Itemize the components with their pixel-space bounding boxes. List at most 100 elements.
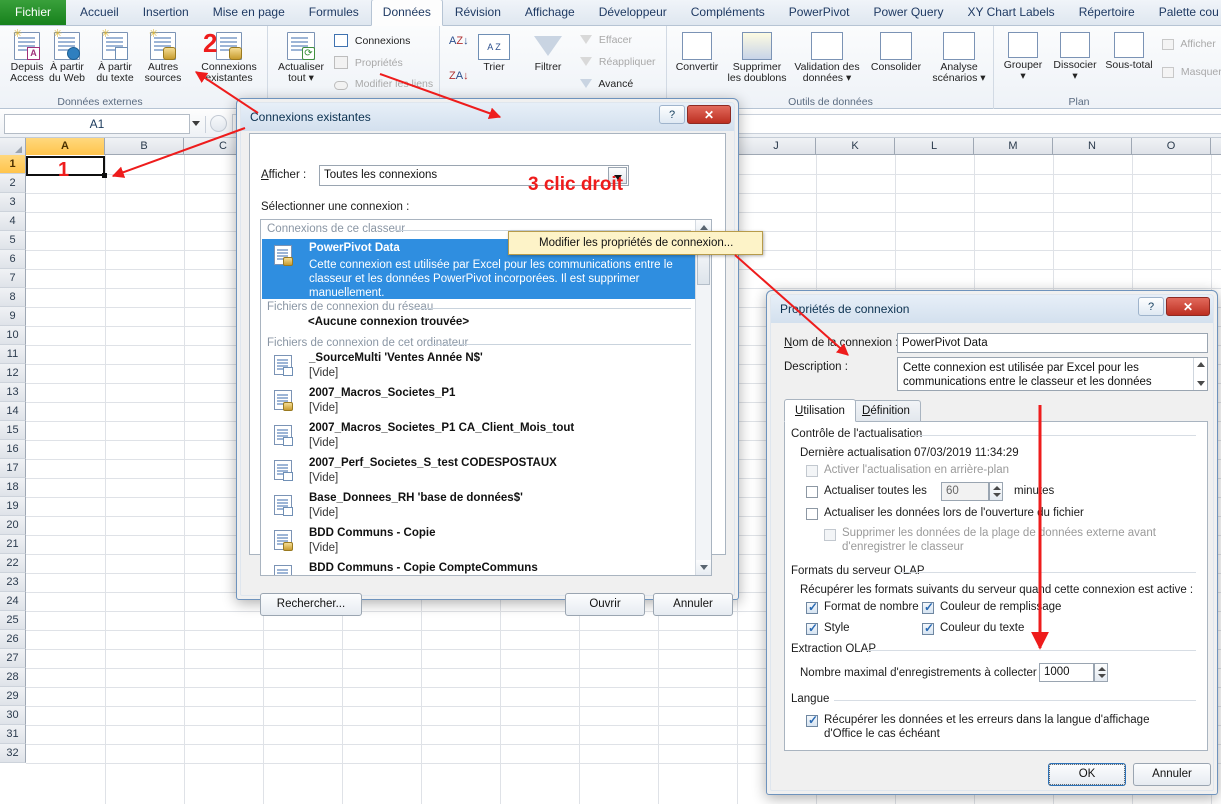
help-icon[interactable]: ?: [659, 105, 685, 124]
tab-fichier[interactable]: Fichier: [0, 0, 67, 25]
ribbon-button-a-partir-du-texte[interactable]: ✳ À partir du texte: [90, 29, 140, 84]
row-header-2[interactable]: 2: [0, 174, 26, 193]
connection-properties-dialog[interactable]: Propriétés de connexion ? ✕ Nom de la co…: [766, 290, 1218, 795]
context-menu[interactable]: Modifier les propriétés de connexion...: [508, 231, 763, 255]
tab-revision[interactable]: Révision: [443, 0, 513, 25]
row-header-23[interactable]: 23: [0, 573, 26, 592]
tab-insertion[interactable]: Insertion: [131, 0, 201, 25]
ribbon-button-autres-sources[interactable]: ✳ Autres sources: [138, 29, 188, 84]
ribbon-button-proprietes[interactable]: Propriétés: [334, 56, 403, 70]
row-header-7[interactable]: 7: [0, 269, 26, 288]
tab-power-query[interactable]: Power Query: [861, 0, 955, 25]
connection-item-sourcemulti[interactable]: _SourceMulti 'Ventes Année N$' [Vide]: [262, 351, 695, 384]
refresh-interval-input[interactable]: 60: [941, 482, 989, 501]
scroll-down-icon[interactable]: [696, 560, 711, 575]
tab-affichage[interactable]: Affichage: [513, 0, 587, 25]
row-header-14[interactable]: 14: [0, 402, 26, 421]
row-header-15[interactable]: 15: [0, 421, 26, 440]
row-header-13[interactable]: 13: [0, 383, 26, 402]
connection-item-2007-macros-societes-p1-ca-client[interactable]: 2007_Macros_Societes_P1 CA_Client_Mois_t…: [262, 421, 695, 454]
ok-button[interactable]: OK: [1048, 763, 1126, 786]
ribbon-button-grouper[interactable]: Grouper ▾: [996, 32, 1050, 82]
ribbon-button-a-partir-du-web[interactable]: ✳ À partir du Web: [42, 29, 92, 84]
row-header-4[interactable]: 4: [0, 212, 26, 231]
column-header-l[interactable]: L: [895, 138, 974, 155]
ribbon-button-modifier-les-liens[interactable]: Modifier les liens: [334, 78, 433, 91]
connection-item-bdd-communs-copie[interactable]: BDD Communs - Copie [Vide]: [262, 526, 695, 559]
tab-donnees[interactable]: Données: [370, 0, 443, 26]
checkbox-actualisation-arriere-plan[interactable]: [806, 465, 818, 477]
ribbon-button-filtrer[interactable]: Filtrer: [524, 34, 572, 73]
ribbon-button-sous-total[interactable]: Sous-total: [1100, 32, 1158, 71]
close-icon[interactable]: ✕: [687, 105, 731, 124]
scroll-up-icon[interactable]: [1197, 362, 1205, 367]
column-header-n[interactable]: N: [1053, 138, 1132, 155]
tab-repertoire[interactable]: Répertoire: [1067, 0, 1147, 25]
stepper-up-icon[interactable]: [993, 486, 1001, 490]
checkbox-couleur-remplissage[interactable]: [922, 600, 934, 614]
ribbon-button-dissocier[interactable]: Dissocier ▾: [1048, 32, 1102, 82]
stepper-down-icon[interactable]: [1098, 674, 1106, 678]
row-header-30[interactable]: 30: [0, 706, 26, 725]
ribbon-button-masquer[interactable]: Masquer: [1162, 66, 1221, 79]
tab-xy-chart-labels[interactable]: XY Chart Labels: [956, 0, 1067, 25]
ribbon-button-trier[interactable]: A Z Trier: [472, 34, 516, 73]
connection-list-scrollbar[interactable]: [695, 220, 711, 575]
row-header-29[interactable]: 29: [0, 687, 26, 706]
row-header-27[interactable]: 27: [0, 649, 26, 668]
ribbon-button-actualiser-tout[interactable]: ⟳ Actualiser tout ▾: [273, 32, 329, 84]
row-header-10[interactable]: 10: [0, 326, 26, 345]
tab-developpeur[interactable]: Développeur: [587, 0, 679, 25]
row-header-19[interactable]: 19: [0, 497, 26, 516]
ribbon-button-convertir[interactable]: Convertir: [669, 32, 725, 73]
row-header-12[interactable]: 12: [0, 364, 26, 383]
fill-handle[interactable]: [102, 173, 107, 178]
tab-formules[interactable]: Formules: [297, 0, 371, 25]
cancel-button[interactable]: Annuler: [1133, 763, 1211, 786]
context-menu-item-modifier-proprietes[interactable]: Modifier les propriétés de connexion...: [539, 237, 733, 249]
row-header-21[interactable]: 21: [0, 535, 26, 554]
column-header-m[interactable]: M: [974, 138, 1053, 155]
ribbon-button-sort-az[interactable]: AZ↓: [449, 35, 469, 48]
existing-connections-dialog[interactable]: Connexions existantes ? ✕ Afficher : Tou…: [236, 98, 739, 616]
ribbon-button-avance[interactable]: Avancé: [580, 78, 633, 91]
help-icon[interactable]: ?: [1138, 297, 1164, 316]
ribbon-button-supprimer-les-doublons[interactable]: Supprimer les doublons: [725, 32, 789, 84]
row-header-5[interactable]: 5: [0, 231, 26, 250]
column-header-j[interactable]: J: [737, 138, 816, 155]
row-header-28[interactable]: 28: [0, 668, 26, 687]
scroll-down-icon[interactable]: [1197, 381, 1205, 386]
insert-function-button[interactable]: [210, 115, 227, 132]
connection-item-base-donnees-rh[interactable]: Base_Donnees_RH 'base de données$' [Vide…: [262, 491, 695, 524]
checkbox-format-de-nombre[interactable]: [806, 600, 818, 614]
name-box[interactable]: A1: [4, 114, 190, 134]
max-records-input[interactable]: 1000: [1039, 663, 1094, 682]
name-box-dropdown-icon[interactable]: [192, 121, 200, 126]
connection-list[interactable]: Connexions de ce classeur PowerPivot Dat…: [260, 219, 712, 576]
tab-palette-couleur[interactable]: Palette cou: [1147, 0, 1221, 25]
ribbon-button-connexions[interactable]: Connexions: [334, 34, 410, 48]
tab-utilisation[interactable]: Utilisation: [784, 399, 856, 422]
ribbon-button-validation-des-donnees[interactable]: Validation des données ▾: [791, 32, 863, 84]
checkbox-style[interactable]: [806, 621, 818, 635]
row-header-22[interactable]: 22: [0, 554, 26, 573]
refresh-interval-stepper[interactable]: [989, 482, 1003, 501]
row-header-20[interactable]: 20: [0, 516, 26, 535]
row-header-26[interactable]: 26: [0, 630, 26, 649]
row-header-8[interactable]: 8: [0, 288, 26, 307]
row-header-6[interactable]: 6: [0, 250, 26, 269]
description-scrollbar[interactable]: [1193, 358, 1207, 390]
ribbon-button-effacer[interactable]: Effacer: [580, 34, 632, 47]
column-header-a[interactable]: A: [26, 138, 105, 155]
close-icon[interactable]: ✕: [1166, 297, 1210, 316]
connection-item-2007-macros-societes-p1[interactable]: 2007_Macros_Societes_P1 [Vide]: [262, 386, 695, 419]
open-button[interactable]: Ouvrir: [565, 593, 645, 616]
stepper-up-icon[interactable]: [1098, 667, 1106, 671]
tab-powerpivot[interactable]: PowerPivot: [777, 0, 862, 25]
ribbon-button-consolider[interactable]: Consolider: [865, 32, 927, 73]
row-header-9[interactable]: 9: [0, 307, 26, 326]
tab-mise-en-page[interactable]: Mise en page: [201, 0, 297, 25]
checkbox-supprimer-donnees-plage[interactable]: [824, 529, 836, 541]
connection-description-input[interactable]: Cette connexion est utilisée par Excel p…: [897, 357, 1208, 391]
column-header-o[interactable]: O: [1132, 138, 1211, 155]
